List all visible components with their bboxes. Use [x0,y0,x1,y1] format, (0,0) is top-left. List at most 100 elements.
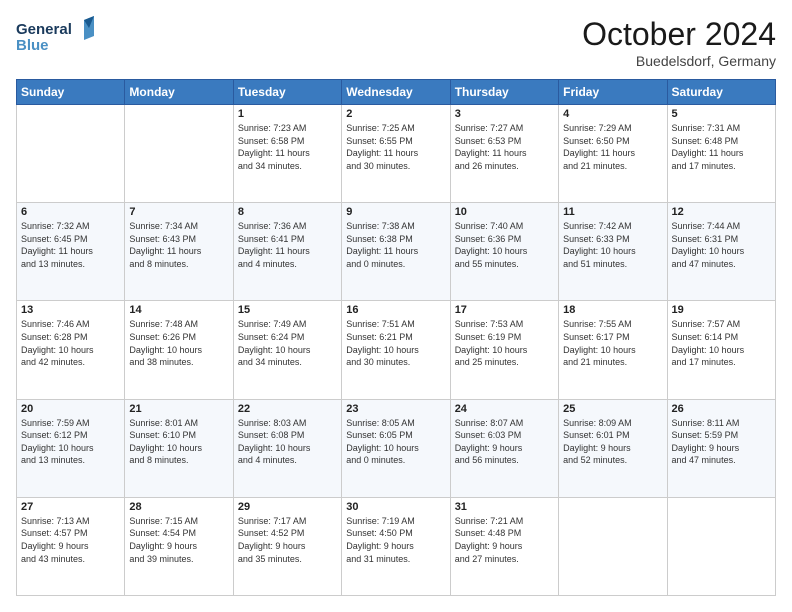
day-info: Sunrise: 7:44 AM Sunset: 6:31 PM Dayligh… [672,220,771,270]
col-header-tuesday: Tuesday [233,80,341,105]
title-block: October 2024 Buedelsdorf, Germany [582,16,776,69]
calendar-cell: 13Sunrise: 7:46 AM Sunset: 6:28 PM Dayli… [17,301,125,399]
day-info: Sunrise: 7:15 AM Sunset: 4:54 PM Dayligh… [129,515,228,565]
day-number: 7 [129,206,228,218]
day-number: 23 [346,403,445,415]
calendar-cell: 29 Sunrise: 7:17 AM Sunset: 4:52 PM Dayli… [233,497,341,595]
calendar-cell: 16 Sunrise: 7:51 AM Sunset: 6:21 PM Dayli… [342,301,450,399]
col-header-saturday: Saturday [667,80,775,105]
calendar-cell: 5Sunrise: 7:31 AM Sunset: 6:48 PM Daylig… [667,105,775,203]
day-info: Sunrise: 8:09 AM Sunset: 6:01 PM Dayligh… [563,417,662,467]
week-row-1: 1Sunrise: 7:23 AM Sunset: 6:58 PM Daylig… [17,105,776,203]
svg-text:Blue: Blue [16,37,49,54]
day-number: 14 [129,304,228,316]
calendar-cell: 15Sunrise: 7:49 AM Sunset: 6:24 PM Dayli… [233,301,341,399]
calendar-cell: 11 Sunrise: 7:42 AM Sunset: 6:33 PM Dayli… [559,203,667,301]
calendar-cell: 28 Sunrise: 7:15 AM Sunset: 4:54 PM Dayli… [125,497,233,595]
day-info: Sunrise: 8:11 AM Sunset: 5:59 PM Dayligh… [672,417,771,467]
day-info: Sunrise: 7:34 AM Sunset: 6:43 PM Dayligh… [129,220,228,270]
day-number: 20 [21,403,120,415]
day-info: Sunrise: 7:48 AM Sunset: 6:26 PM Dayligh… [129,318,228,368]
day-info: Sunrise: 7:59 AM Sunset: 6:12 PM Dayligh… [21,417,120,467]
day-number: 29 [238,501,337,513]
col-header-sunday: Sunday [17,80,125,105]
day-info: Sunrise: 7:42 AM Sunset: 6:33 PM Dayligh… [563,220,662,270]
calendar-cell: 12 Sunrise: 7:44 AM Sunset: 6:31 PM Dayli… [667,203,775,301]
week-row-3: 13Sunrise: 7:46 AM Sunset: 6:28 PM Dayli… [17,301,776,399]
day-info: Sunrise: 7:31 AM Sunset: 6:48 PM Dayligh… [672,122,771,172]
day-info: Sunrise: 7:55 AM Sunset: 6:17 PM Dayligh… [563,318,662,368]
col-header-wednesday: Wednesday [342,80,450,105]
day-number: 21 [129,403,228,415]
day-info: Sunrise: 7:27 AM Sunset: 6:53 PM Dayligh… [455,122,554,172]
day-number: 16 [346,304,445,316]
day-number: 18 [563,304,662,316]
calendar-cell [17,105,125,203]
day-info: Sunrise: 7:19 AM Sunset: 4:50 PM Dayligh… [346,515,445,565]
day-info: Sunrise: 7:32 AM Sunset: 6:45 PM Dayligh… [21,220,120,270]
day-info: Sunrise: 7:51 AM Sunset: 6:21 PM Dayligh… [346,318,445,368]
calendar-cell: 30 Sunrise: 7:19 AM Sunset: 4:50 PM Dayli… [342,497,450,595]
week-row-2: 6Sunrise: 7:32 AM Sunset: 6:45 PM Daylig… [17,203,776,301]
logo-svg: General Blue [16,16,96,60]
calendar-cell: 9 Sunrise: 7:38 AM Sunset: 6:38 PM Daylig… [342,203,450,301]
calendar-cell: 23 Sunrise: 8:05 AM Sunset: 6:05 PM Dayli… [342,399,450,497]
calendar-cell: 17 Sunrise: 7:53 AM Sunset: 6:19 PM Dayli… [450,301,558,399]
day-info: Sunrise: 7:36 AM Sunset: 6:41 PM Dayligh… [238,220,337,270]
page: General Blue October 2024 Buedelsdorf, G… [0,0,792,612]
day-number: 30 [346,501,445,513]
header: General Blue October 2024 Buedelsdorf, G… [16,16,776,69]
calendar-cell: 27Sunrise: 7:13 AM Sunset: 4:57 PM Dayli… [17,497,125,595]
svg-text:General: General [16,21,72,38]
day-number: 11 [563,206,662,218]
day-info: Sunrise: 7:21 AM Sunset: 4:48 PM Dayligh… [455,515,554,565]
week-row-4: 20 Sunrise: 7:59 AM Sunset: 6:12 PM Dayli… [17,399,776,497]
day-info: Sunrise: 7:38 AM Sunset: 6:38 PM Dayligh… [346,220,445,270]
day-number: 31 [455,501,554,513]
day-info: Sunrise: 8:03 AM Sunset: 6:08 PM Dayligh… [238,417,337,467]
calendar-cell: 2 Sunrise: 7:25 AM Sunset: 6:55 PM Daylig… [342,105,450,203]
day-info: Sunrise: 8:01 AM Sunset: 6:10 PM Dayligh… [129,417,228,467]
calendar-cell: 26Sunrise: 8:11 AM Sunset: 5:59 PM Dayli… [667,399,775,497]
month-title: October 2024 [582,16,776,53]
calendar-cell [559,497,667,595]
calendar-cell: 24Sunrise: 8:07 AM Sunset: 6:03 PM Dayli… [450,399,558,497]
col-header-friday: Friday [559,80,667,105]
week-row-5: 27Sunrise: 7:13 AM Sunset: 4:57 PM Dayli… [17,497,776,595]
calendar-cell: 19 Sunrise: 7:57 AM Sunset: 6:14 PM Dayli… [667,301,775,399]
day-info: Sunrise: 7:40 AM Sunset: 6:36 PM Dayligh… [455,220,554,270]
calendar-cell: 1Sunrise: 7:23 AM Sunset: 6:58 PM Daylig… [233,105,341,203]
day-info: Sunrise: 7:53 AM Sunset: 6:19 PM Dayligh… [455,318,554,368]
day-number: 15 [238,304,337,316]
calendar-cell [667,497,775,595]
calendar-cell: 20 Sunrise: 7:59 AM Sunset: 6:12 PM Dayli… [17,399,125,497]
calendar-cell: 22Sunrise: 8:03 AM Sunset: 6:08 PM Dayli… [233,399,341,497]
calendar-cell: 6Sunrise: 7:32 AM Sunset: 6:45 PM Daylig… [17,203,125,301]
day-number: 8 [238,206,337,218]
day-info: Sunrise: 7:29 AM Sunset: 6:50 PM Dayligh… [563,122,662,172]
day-number: 19 [672,304,771,316]
day-info: Sunrise: 7:46 AM Sunset: 6:28 PM Dayligh… [21,318,120,368]
calendar-cell: 7 Sunrise: 7:34 AM Sunset: 6:43 PM Daylig… [125,203,233,301]
day-info: Sunrise: 7:25 AM Sunset: 6:55 PM Dayligh… [346,122,445,172]
day-number: 17 [455,304,554,316]
day-number: 3 [455,108,554,120]
calendar-cell: 14 Sunrise: 7:48 AM Sunset: 6:26 PM Dayli… [125,301,233,399]
day-number: 28 [129,501,228,513]
day-info: Sunrise: 8:05 AM Sunset: 6:05 PM Dayligh… [346,417,445,467]
calendar-cell: 25Sunrise: 8:09 AM Sunset: 6:01 PM Dayli… [559,399,667,497]
day-number: 24 [455,403,554,415]
calendar-cell: 18 Sunrise: 7:55 AM Sunset: 6:17 PM Dayli… [559,301,667,399]
calendar-cell: 31 Sunrise: 7:21 AM Sunset: 4:48 PM Dayli… [450,497,558,595]
day-info: Sunrise: 7:17 AM Sunset: 4:52 PM Dayligh… [238,515,337,565]
col-header-thursday: Thursday [450,80,558,105]
day-number: 4 [563,108,662,120]
day-number: 9 [346,206,445,218]
calendar-cell: 4 Sunrise: 7:29 AM Sunset: 6:50 PM Daylig… [559,105,667,203]
day-number: 12 [672,206,771,218]
calendar-header-row: SundayMondayTuesdayWednesdayThursdayFrid… [17,80,776,105]
day-number: 2 [346,108,445,120]
day-info: Sunrise: 7:13 AM Sunset: 4:57 PM Dayligh… [21,515,120,565]
day-number: 1 [238,108,337,120]
day-info: Sunrise: 7:57 AM Sunset: 6:14 PM Dayligh… [672,318,771,368]
